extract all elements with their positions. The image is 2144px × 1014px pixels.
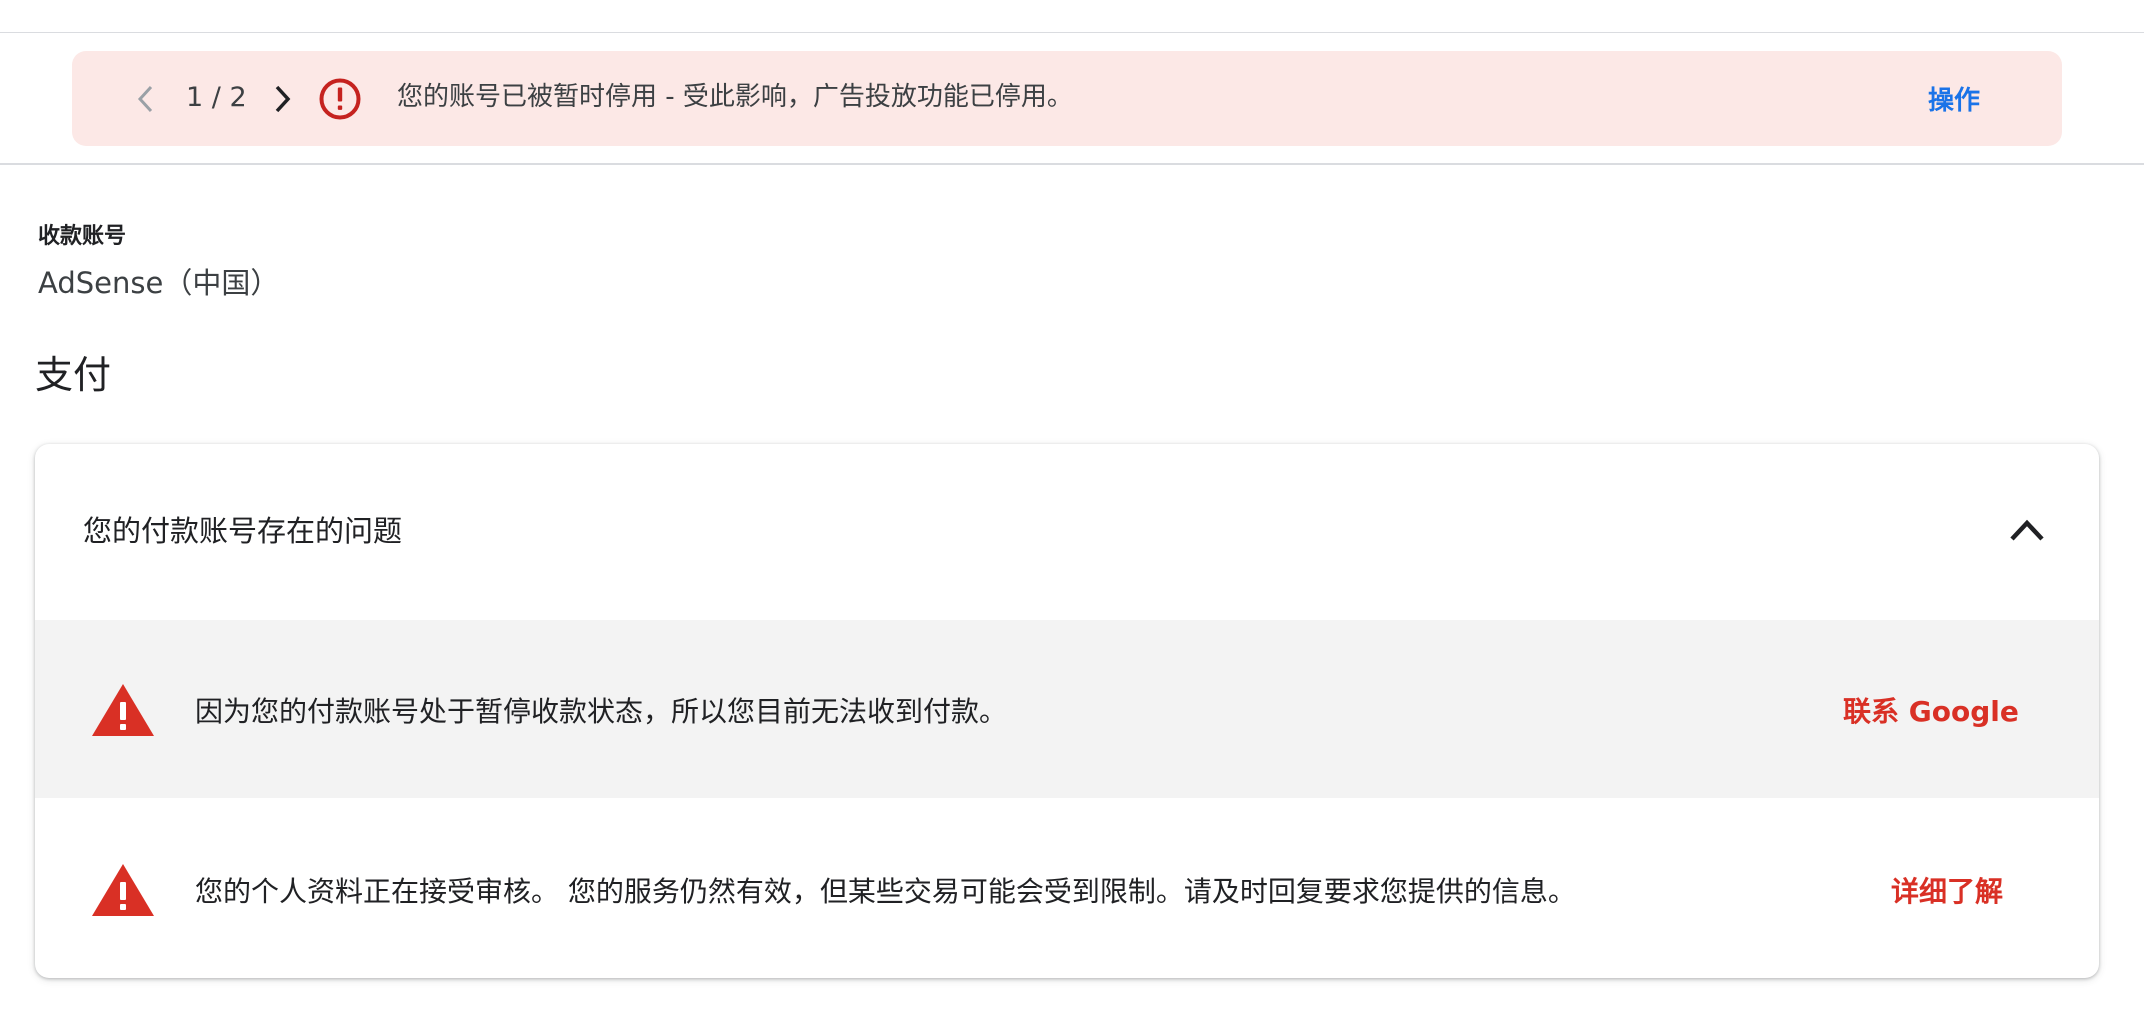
chevron-right-icon [275, 85, 291, 113]
payment-account-label: 收款账号 [38, 224, 127, 249]
collapse-button[interactable] [2001, 504, 2053, 556]
next-notification-button[interactable] [264, 81, 300, 117]
issue-text: 您的个人资料正在接受审核。 您的服务仍然有效，但某些交易可能会受到限制。请及时回… [195, 875, 1576, 908]
chevron-up-icon [2010, 519, 2044, 541]
issue-row: 因为您的付款账号处于暂停收款状态，所以您目前无法收到付款。 联系 Google [35, 620, 2099, 798]
payment-account-value: AdSense（中国） [38, 266, 280, 300]
error-circle-icon [319, 78, 361, 120]
warning-triangle-icon [92, 864, 154, 916]
suspension-banner: 1 / 2 您的账号已被暂时停用 - 受此影响，广告投放功能已停用。 操作 [72, 51, 2062, 146]
payment-issues-card: 您的付款账号存在的问题 因为您的付款账号处于暂停收款状态，所以您目前无法收到付款… [35, 444, 2099, 978]
banner-action-link[interactable]: 操作 [1928, 79, 1980, 123]
section-title: 支付 [35, 353, 112, 397]
notification-pager-count: 1 / 2 [186, 82, 247, 113]
previous-notification-button[interactable] [128, 81, 164, 117]
issue-row: 您的个人资料正在接受审核。 您的服务仍然有效，但某些交易可能会受到限制。请及时回… [35, 798, 2099, 976]
warning-triangle-icon [92, 684, 154, 736]
learn-more-link[interactable]: 详细了解 [1891, 870, 2003, 910]
card-title: 您的付款账号存在的问题 [83, 514, 403, 548]
suspension-message: 您的账号已被暂时停用 - 受此影响，广告投放功能已停用。 [397, 82, 1073, 112]
chevron-left-icon [137, 85, 153, 113]
contact-google-link[interactable]: 联系 Google [1843, 690, 2019, 730]
issue-text: 因为您的付款账号处于暂停收款状态，所以您目前无法收到付款。 [195, 695, 1008, 728]
notification-area: 1 / 2 您的账号已被暂时停用 - 受此影响，广告投放功能已停用。 操作 [0, 33, 2144, 165]
card-header[interactable]: 您的付款账号存在的问题 [35, 444, 2099, 620]
